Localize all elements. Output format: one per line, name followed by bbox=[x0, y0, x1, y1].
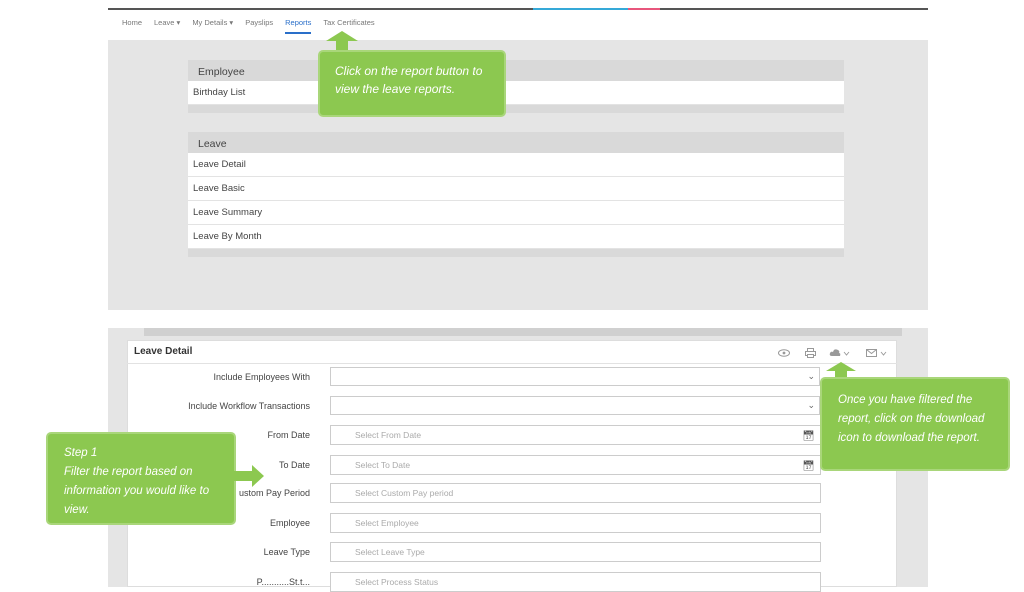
nav-my-details[interactable]: My Details ▾ bbox=[192, 18, 233, 34]
include-employees-select[interactable]: ⌄ bbox=[330, 367, 820, 386]
divider bbox=[127, 363, 897, 364]
leave-section-header: Leave bbox=[188, 132, 844, 153]
nav-accent-bar-pink bbox=[628, 8, 660, 10]
custom-pay-period-input[interactable]: Select Custom Pay period bbox=[330, 483, 821, 503]
custom-pay-period-placeholder: Select Custom Pay period bbox=[355, 488, 454, 498]
report-birthday-list[interactable]: Birthday List bbox=[188, 81, 844, 105]
from-date-input[interactable]: Select From Date 📅︎ bbox=[330, 425, 821, 445]
form-title: Leave Detail bbox=[134, 346, 193, 357]
panel-footer bbox=[188, 105, 844, 113]
report-leave-basic[interactable]: Leave Basic bbox=[188, 177, 844, 201]
leave-reports-panel: Leave Leave Detail Leave Basic Leave Sum… bbox=[188, 132, 844, 257]
top-nav-bar: Home Leave ▾ My Details ▾ Payslips Repor… bbox=[108, 8, 928, 40]
include-workflow-label: Include Workflow Transactions bbox=[188, 401, 310, 411]
mail-icon[interactable] bbox=[866, 348, 890, 358]
employee-reports-panel: Employee Birthday List bbox=[188, 60, 844, 113]
include-employees-label: Include Employees With bbox=[213, 372, 310, 382]
nav-home[interactable]: Home bbox=[122, 18, 142, 34]
to-date-input[interactable]: Select To Date 📅︎ bbox=[330, 455, 821, 475]
process-status-label: P...........St.t... bbox=[256, 577, 310, 587]
calendar-icon[interactable]: 📅︎ bbox=[802, 458, 815, 476]
report-leave-detail[interactable]: Leave Detail bbox=[188, 153, 844, 177]
employee-input[interactable]: Select Employee bbox=[330, 513, 821, 533]
step-text: Filter the report based on information y… bbox=[64, 466, 210, 516]
leave-type-label: Leave Type bbox=[263, 547, 310, 557]
employee-placeholder: Select Employee bbox=[355, 518, 419, 528]
process-status-input[interactable]: Select Process Status bbox=[330, 572, 821, 592]
to-date-placeholder: Select To Date bbox=[355, 460, 411, 470]
include-workflow-select[interactable]: ⌄ bbox=[330, 396, 820, 415]
process-status-placeholder: Select Process Status bbox=[355, 577, 439, 587]
chevron-down-icon: ▾ bbox=[176, 18, 181, 27]
leave-type-placeholder: Select Leave Type bbox=[355, 547, 425, 557]
leave-type-input[interactable]: Select Leave Type bbox=[330, 542, 821, 562]
chevron-down-icon: ⌄ bbox=[807, 400, 815, 410]
chevron-down-icon: ⌄ bbox=[807, 371, 815, 381]
calendar-icon[interactable]: 📅︎ bbox=[802, 428, 815, 446]
nav-payslips[interactable]: Payslips bbox=[245, 18, 273, 34]
right-arrow-icon bbox=[234, 465, 264, 487]
report-leave-summary[interactable]: Leave Summary bbox=[188, 201, 844, 225]
step-title: Step 1 bbox=[64, 447, 98, 459]
nav-accent-bar bbox=[533, 8, 628, 10]
eye-icon[interactable] bbox=[778, 349, 790, 357]
cloud-download-icon[interactable] bbox=[829, 348, 851, 358]
printer-icon[interactable] bbox=[805, 348, 816, 358]
callout-report-button: Click on the report button to view the l… bbox=[318, 50, 506, 117]
panel-footer bbox=[188, 249, 844, 257]
callout-download: Once you have filtered the report, click… bbox=[820, 377, 1010, 471]
nav-reports[interactable]: Reports bbox=[285, 18, 312, 34]
nav-leave[interactable]: Leave ▾ bbox=[154, 18, 180, 34]
employee-section-header: Employee bbox=[188, 60, 844, 81]
chevron-down-icon: ▾ bbox=[229, 18, 234, 27]
from-date-placeholder: Select From Date bbox=[355, 430, 422, 440]
callout-step-1: Step 1 Filter the report based on inform… bbox=[46, 432, 236, 525]
report-leave-by-month[interactable]: Leave By Month bbox=[188, 225, 844, 249]
